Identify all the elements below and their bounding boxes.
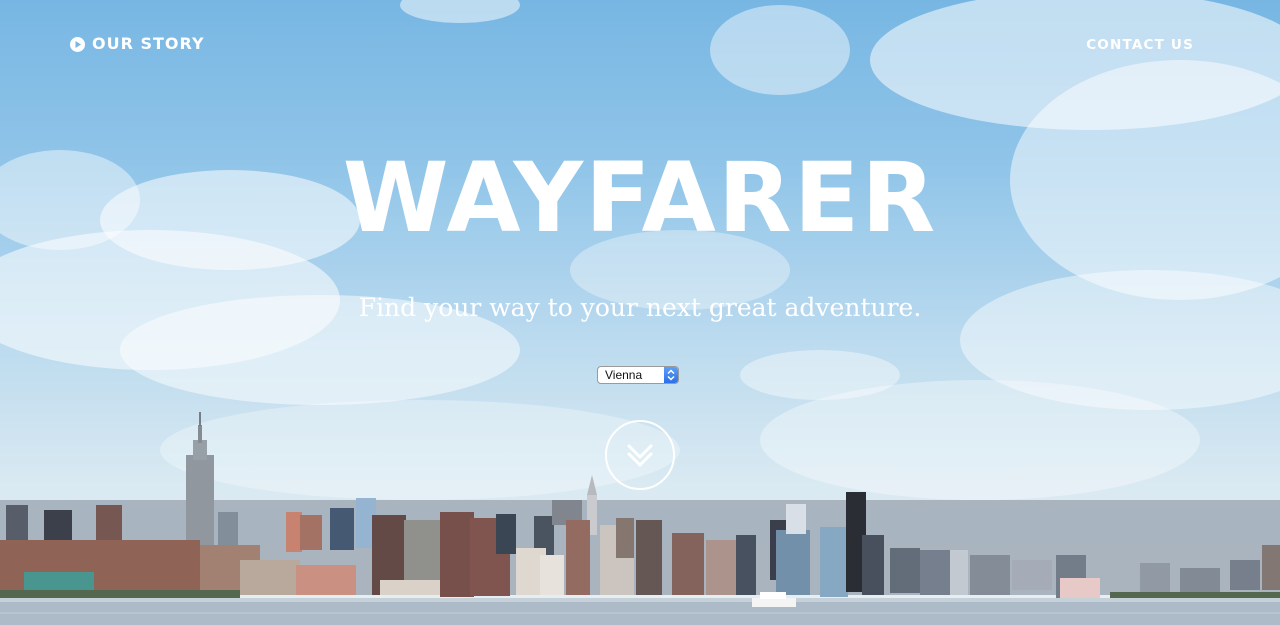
city-select-value: Vienna: [605, 368, 643, 382]
our-story-link[interactable]: OUR STORY: [70, 35, 205, 53]
hero-section: OUR STORY CONTACT US WAYFARER Find your …: [0, 0, 1280, 625]
site-title: WAYFARER: [342, 142, 938, 254]
double-chevron-down-icon: [627, 444, 653, 467]
tagline: Find your way to your next great adventu…: [358, 293, 922, 322]
city-select[interactable]: Vienna: [597, 366, 679, 384]
scroll-down-button[interactable]: [605, 420, 675, 490]
contact-us-link[interactable]: CONTACT US: [1086, 36, 1194, 54]
our-story-label: OUR STORY: [92, 34, 205, 53]
select-arrows-icon: [664, 367, 678, 383]
play-circle-icon: [70, 36, 85, 52]
